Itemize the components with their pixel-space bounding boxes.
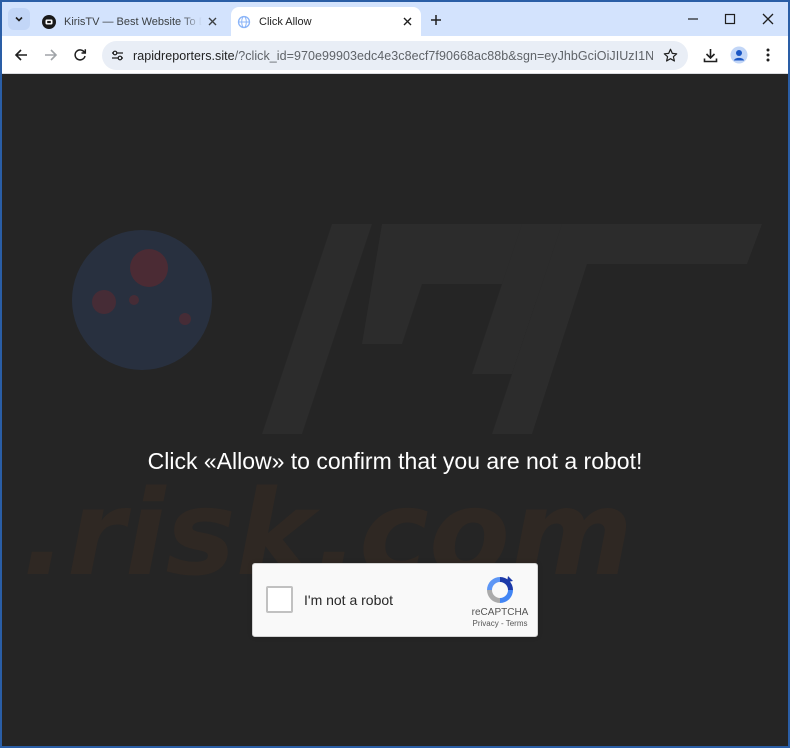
plus-icon [431, 15, 441, 25]
link-separator: - [498, 619, 506, 628]
chevron-down-icon [15, 16, 23, 22]
kebab-menu-icon [766, 48, 770, 62]
tab-title: KirisTV — Best Website To Download [64, 15, 202, 28]
page-content: .risk.com Click «Allow» to confirm that … [2, 74, 788, 746]
tab-close-button[interactable] [202, 12, 222, 32]
bookmark-button[interactable] [660, 45, 680, 65]
new-tab-button[interactable] [426, 10, 446, 30]
back-arrow-icon [14, 49, 27, 61]
browser-toolbar: rapidreporters.site/?click_id=970e99903e… [2, 36, 788, 74]
close-icon [403, 17, 411, 26]
downloads-button[interactable] [698, 43, 722, 67]
maximize-button[interactable] [715, 7, 745, 31]
reload-icon [74, 49, 87, 61]
url-text[interactable]: rapidreporters.site/?click_id=970e99903e… [133, 49, 653, 63]
browser-window: KirisTV — Best Website To Download Click… [2, 2, 788, 746]
page-headline: Click «Allow» to confirm that you are no… [147, 448, 643, 474]
profile-icon [730, 46, 748, 64]
browser-menu-button[interactable] [756, 43, 780, 67]
recaptcha-links: Privacy - Terms [453, 619, 547, 628]
window-close-button[interactable] [753, 7, 783, 31]
tune-icon [111, 50, 123, 61]
kiristv-favicon-icon [42, 14, 56, 29]
recaptcha-brand: reCAPTCHA [471, 607, 529, 618]
privacy-link[interactable]: Privacy [473, 619, 499, 628]
url-host: rapidreporters.site [133, 48, 235, 63]
forward-arrow-icon [45, 49, 58, 61]
download-icon [703, 48, 717, 62]
watermark-logo: .risk.com [22, 224, 762, 602]
tab-title: Click Allow [259, 15, 312, 28]
site-info-button[interactable] [107, 46, 127, 66]
tab-click-allow[interactable]: Click Allow [231, 7, 421, 36]
profile-button[interactable] [727, 43, 751, 67]
maximize-icon [724, 13, 736, 25]
close-icon [762, 13, 774, 25]
star-icon [663, 48, 677, 62]
captcha-label: I'm not a robot [304, 592, 394, 608]
back-button[interactable] [9, 43, 33, 67]
forward-button[interactable] [39, 43, 63, 67]
tab-strip: KirisTV — Best Website To Download Click… [2, 2, 788, 36]
minimize-button[interactable] [678, 7, 708, 31]
recaptcha-widget: I'm not a robot reCAPTCHA Privacy - Term… [252, 563, 538, 637]
close-icon [208, 17, 216, 26]
reload-button[interactable] [68, 43, 92, 67]
tab-close-button[interactable] [397, 12, 417, 32]
terms-link[interactable]: Terms [506, 619, 528, 628]
tab-kiristv[interactable]: KirisTV — Best Website To Download [36, 7, 226, 36]
globe-loading-icon [237, 15, 251, 28]
recaptcha-logo-icon [487, 576, 513, 603]
address-bar[interactable]: rapidreporters.site/?click_id=970e99903e… [102, 41, 688, 70]
minimize-icon [688, 18, 698, 20]
not-a-robot-checkbox[interactable] [266, 586, 293, 613]
tab-search-button[interactable] [8, 8, 30, 30]
url-path: /?click_id=970e99903edc4e3c8ecf7f90668ac… [234, 48, 653, 63]
